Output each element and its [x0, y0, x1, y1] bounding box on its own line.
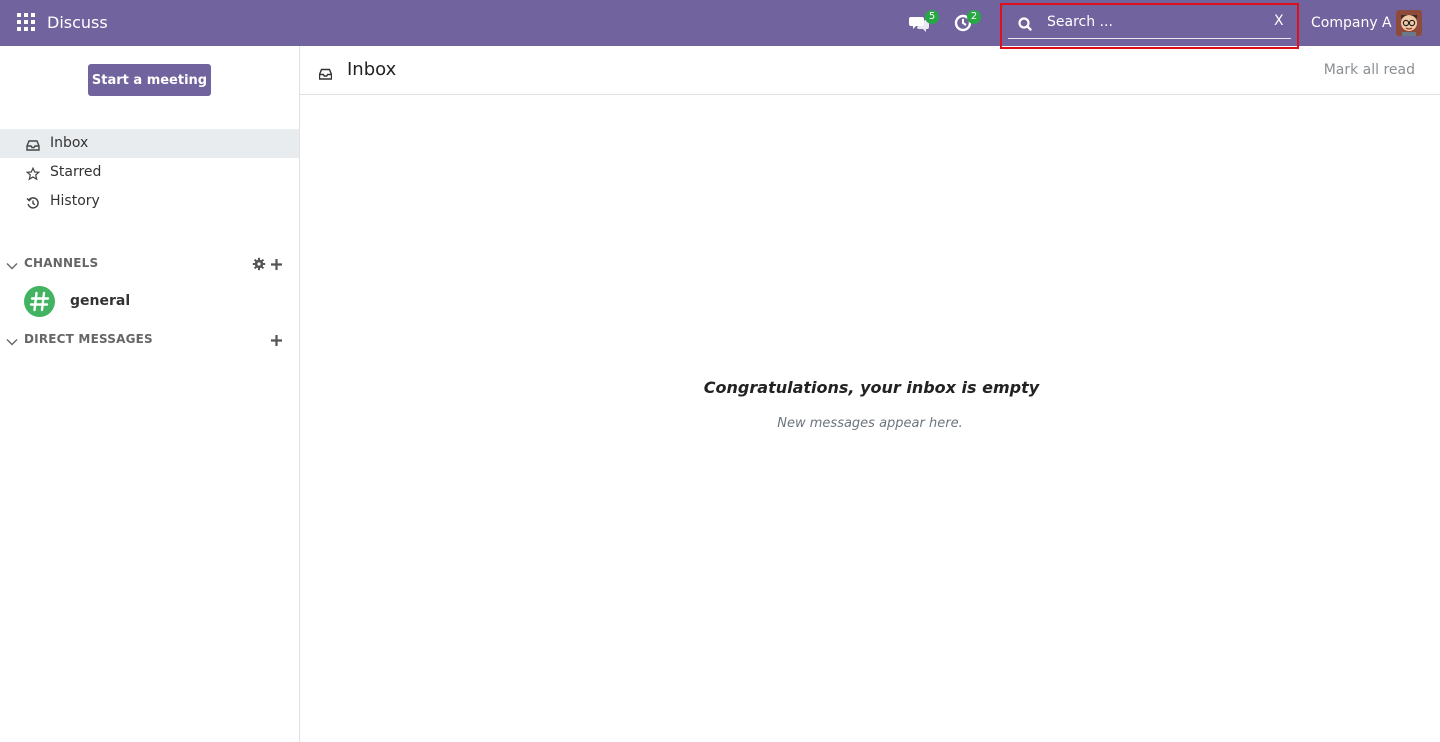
- channels-section-header: CHANNELS: [0, 253, 299, 273]
- channels-header-label[interactable]: CHANNELS: [24, 256, 98, 270]
- search-icon: [1017, 16, 1033, 32]
- direct-messages-section-header: DIRECT MESSAGES: [0, 329, 299, 349]
- user-avatar[interactable]: [1396, 10, 1422, 36]
- thread-view: Inbox Mark all read Congratulations, you…: [300, 46, 1440, 742]
- messages-count-badge: 5: [925, 10, 939, 24]
- sidebar-item-label: Inbox: [50, 135, 89, 151]
- chevron-down-icon[interactable]: [6, 257, 18, 270]
- direct-messages-header-label[interactable]: DIRECT MESSAGES: [24, 332, 153, 346]
- channel-name: general: [70, 293, 131, 309]
- inbox-icon: [318, 65, 333, 80]
- history-icon: [26, 195, 40, 209]
- inbox-icon: [26, 137, 40, 151]
- add-channel-icon[interactable]: [270, 256, 283, 270]
- channel-item-general[interactable]: general: [0, 285, 299, 319]
- gear-icon[interactable]: [252, 256, 266, 271]
- sidebar-item-inbox[interactable]: Inbox: [0, 129, 299, 158]
- app-title[interactable]: Discuss: [47, 13, 108, 32]
- activities-count-badge: 2: [967, 10, 981, 24]
- search-clear-button[interactable]: X: [1274, 13, 1284, 29]
- search-panel: X: [1000, 3, 1299, 49]
- search-underline: [1008, 38, 1291, 39]
- star-icon: [25, 166, 41, 181]
- apps-menu-icon[interactable]: [17, 13, 35, 31]
- company-switcher[interactable]: Company A: [1311, 15, 1392, 31]
- page-title: Inbox: [347, 59, 397, 80]
- empty-inbox-subtitle: New messages appear here.: [777, 416, 963, 431]
- sidebar-item-label: Starred: [50, 164, 102, 180]
- start-meeting-button[interactable]: Start a meeting: [88, 64, 211, 96]
- thread-header: Inbox Mark all read: [300, 46, 1440, 95]
- sidebar-item-starred[interactable]: Starred: [0, 158, 299, 187]
- sidebar-item-history[interactable]: History: [0, 187, 299, 216]
- search-input[interactable]: [1047, 11, 1267, 33]
- discuss-sidebar: Start a meeting Inbox Starred History CH…: [0, 46, 300, 742]
- hashtag-icon: [24, 286, 55, 317]
- chevron-down-icon[interactable]: [6, 333, 18, 346]
- empty-inbox-title: Congratulations, your inbox is empty: [703, 378, 1040, 397]
- sidebar-item-label: History: [50, 193, 100, 209]
- mark-all-read-button[interactable]: Mark all read: [1324, 62, 1415, 78]
- top-navbar: Discuss 5 2 X Company A: [0, 0, 1440, 49]
- add-direct-message-icon[interactable]: [270, 332, 283, 346]
